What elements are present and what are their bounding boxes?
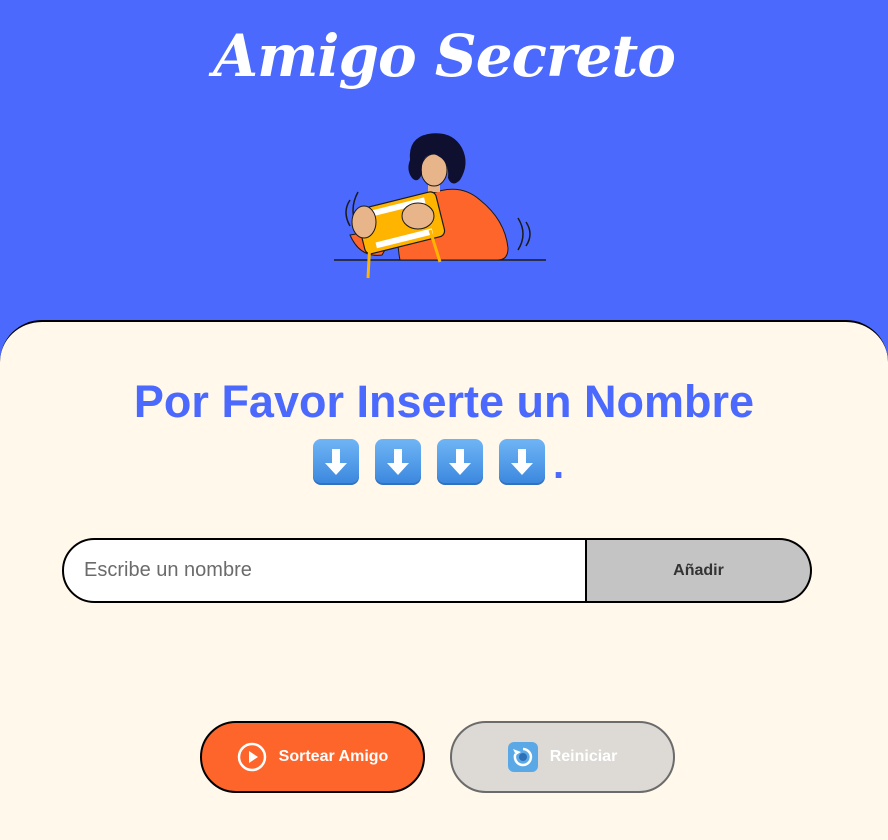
reset-button-label: Reiniciar <box>549 748 618 765</box>
arrow-suffix: . <box>553 443 565 487</box>
arrow-down-icon <box>499 439 545 485</box>
section-title: Por Favor Inserte un Nombre <box>133 376 755 427</box>
main-panel: Por Favor Inserte un Nombre . Añadir Sor… <box>0 320 888 840</box>
restart-icon <box>507 742 538 772</box>
draw-button-label: Sortear Amigo <box>278 748 389 765</box>
arrow-down-icon <box>313 439 359 485</box>
name-input[interactable] <box>62 538 587 603</box>
arrow-down-icon <box>437 439 483 485</box>
arrow-down-icon <box>375 439 421 485</box>
play-circle-icon <box>237 742 267 772</box>
name-input-group: Añadir <box>62 538 812 603</box>
header-banner: Amigo Secreto <box>0 0 888 330</box>
app-title: Amigo Secreto <box>213 22 676 90</box>
reset-button[interactable]: Reiniciar <box>450 721 675 793</box>
arrow-row: . <box>313 439 564 485</box>
draw-friend-button[interactable]: Sortear Amigo <box>200 721 425 793</box>
hero-illustration <box>334 133 546 279</box>
add-button[interactable]: Añadir <box>587 538 812 603</box>
